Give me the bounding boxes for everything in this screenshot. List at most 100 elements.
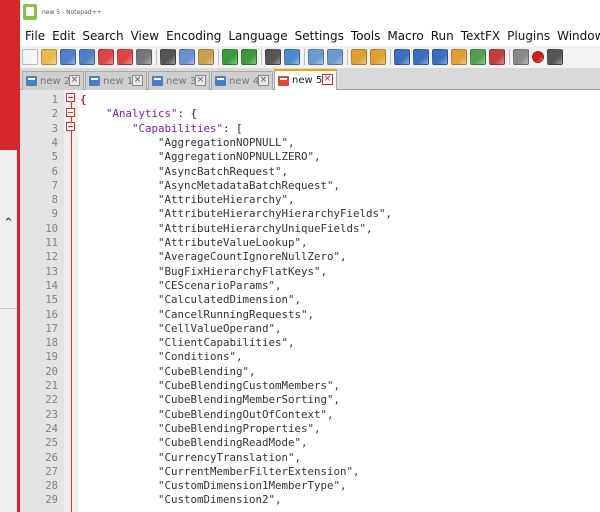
menu-edit[interactable]: Edit (50, 29, 80, 43)
json-string: "ClientCapabilities", (158, 336, 295, 350)
menu-window[interactable]: Window (555, 29, 600, 43)
code-line[interactable]: "AverageCountIgnoreNullZero", (80, 250, 347, 264)
json-key: "Analytics" (106, 107, 178, 121)
undo-icon[interactable] (222, 49, 238, 65)
monitor-icon[interactable] (513, 49, 529, 65)
menu-run[interactable]: Run (429, 29, 459, 43)
line-number: 6 (51, 165, 58, 178)
code-line[interactable]: "CubeBlendingReadMode", (80, 436, 308, 450)
close-all-icon[interactable] (117, 49, 133, 65)
close-tab-icon[interactable]: × (132, 75, 143, 86)
menu-tools[interactable]: Tools (349, 29, 386, 43)
code-line[interactable]: "CustomDimension2", (80, 493, 282, 507)
redo-icon[interactable] (241, 49, 257, 65)
menu-settings[interactable]: Settings (293, 29, 349, 43)
code-line[interactable]: "Analytics": { (80, 107, 197, 121)
code-line[interactable]: "AggregationNOPNULL", (80, 136, 295, 150)
code-line[interactable]: "AttributeHierarchyUniqueFields", (80, 222, 373, 236)
close-tab-icon[interactable]: × (322, 74, 333, 85)
zoom-in-icon[interactable] (308, 49, 324, 65)
line-number: 17 (45, 322, 58, 335)
code-line[interactable]: "AttributeValueLookup", (80, 236, 308, 250)
line-number: 8 (51, 194, 58, 207)
stop-record-icon[interactable] (547, 49, 563, 65)
sync-v-icon[interactable] (351, 49, 367, 65)
line-number: 28 (45, 480, 58, 493)
close-tab-icon[interactable]: × (69, 75, 80, 86)
cut-icon[interactable] (160, 49, 176, 65)
code-line[interactable]: "CubeBlendingCustomMembers", (80, 379, 340, 393)
code-line[interactable]: "CEScenarioParams", (80, 279, 282, 293)
code-line[interactable]: "CubeBlendingProperties", (80, 422, 321, 436)
code-line[interactable]: "AttributeHierarchy", (80, 193, 295, 207)
code-line[interactable]: "CellValueOperand", (80, 322, 282, 336)
indent-guide-icon[interactable] (432, 49, 448, 65)
replace-icon[interactable] (284, 49, 300, 65)
tab-new-1[interactable]: new 1 × (85, 71, 147, 90)
function-list-icon[interactable] (470, 49, 486, 65)
close-tab-icon[interactable]: × (195, 75, 206, 86)
sync-h-icon[interactable] (370, 49, 386, 65)
print-icon[interactable] (136, 49, 152, 65)
code-line[interactable]: "CancelRunningRequests", (80, 308, 314, 322)
close-tab-icon[interactable]: × (258, 75, 269, 86)
background-divider (0, 308, 17, 309)
title-bar: new 5 - Notepad++ (20, 0, 600, 26)
save-all-icon[interactable] (79, 49, 95, 65)
find-icon[interactable] (265, 49, 281, 65)
zoom-out-icon[interactable] (327, 49, 343, 65)
menu-textfx[interactable]: TextFX (459, 29, 505, 43)
code-line[interactable]: "AttributeHierarchyHierarchyFields", (80, 207, 392, 221)
record-macro-icon[interactable] (532, 51, 544, 63)
code-line[interactable]: "CurrencyTranslation", (80, 451, 301, 465)
menu-macro[interactable]: Macro (385, 29, 428, 43)
doc-map-icon[interactable] (451, 49, 467, 65)
code-line[interactable]: "Conditions", (80, 350, 243, 364)
folder-workspace-icon[interactable] (489, 49, 505, 65)
new-file-icon[interactable] (22, 49, 38, 65)
close-icon[interactable] (98, 49, 114, 65)
tab-new-4[interactable]: new 4 × (211, 71, 273, 90)
line-number: 14 (45, 279, 58, 292)
code-line[interactable]: "CalculatedDimension", (80, 293, 301, 307)
code-line[interactable]: "CubeBlendingMemberSorting", (80, 393, 340, 407)
code-line[interactable]: "AggregationNOPNULLZERO", (80, 150, 321, 164)
tab-new-2[interactable]: new 2 × (22, 71, 84, 90)
chevron-up-icon[interactable]: ⌃ (3, 216, 14, 231)
code-line[interactable]: "CustomDimension1MemberType", (80, 479, 347, 493)
code-line[interactable]: "ClientCapabilities", (80, 336, 295, 350)
fold-toggle-icon[interactable] (66, 122, 75, 131)
word-wrap-icon[interactable] (394, 49, 410, 65)
menu-encoding[interactable]: Encoding (164, 29, 226, 43)
code-line[interactable]: "CubeBlendingOutOfContext", (80, 408, 334, 422)
json-string: "AttributeHierarchy", (158, 193, 295, 207)
code-line[interactable]: "AsyncBatchRequest", (80, 165, 288, 179)
code-line[interactable]: "CubeBlending", (80, 365, 256, 379)
tab-new-5[interactable]: new 5 × (274, 69, 337, 90)
open-file-icon[interactable] (41, 49, 57, 65)
code-line[interactable]: { (80, 93, 87, 107)
show-all-chars-icon[interactable] (413, 49, 429, 65)
fold-toggle-icon[interactable] (66, 93, 75, 102)
fold-toggle-icon[interactable] (66, 108, 75, 117)
menu-language[interactable]: Language (226, 29, 292, 43)
code-line[interactable]: "AsyncMetadataBatchRequest", (80, 179, 340, 193)
line-number: 22 (45, 394, 58, 407)
copy-icon[interactable] (179, 49, 195, 65)
code-line[interactable]: "CurrentMemberFilterExtension", (80, 465, 360, 479)
menu-file[interactable]: File (23, 29, 50, 43)
code-line[interactable]: "BugFixHierarchyFlatKeys", (80, 265, 327, 279)
editor[interactable]: 1 2 3 4 5 6 7 8 9 10 11 12 13 14 15 16 17 18 19 20 21 22 23 24 2… (20, 90, 600, 512)
line-number: 23 (45, 408, 58, 421)
paste-icon[interactable] (198, 49, 214, 65)
menu-plugins[interactable]: Plugins (505, 29, 555, 43)
menu-view[interactable]: View (129, 29, 164, 43)
json-string: "AttributeHierarchyUniqueFields", (158, 221, 373, 235)
menu-search[interactable]: Search (80, 29, 128, 43)
tab-new-3[interactable]: new 3 × (148, 71, 210, 90)
save-icon[interactable] (60, 49, 76, 65)
code-line[interactable]: "Capabilities": [ (80, 122, 243, 136)
